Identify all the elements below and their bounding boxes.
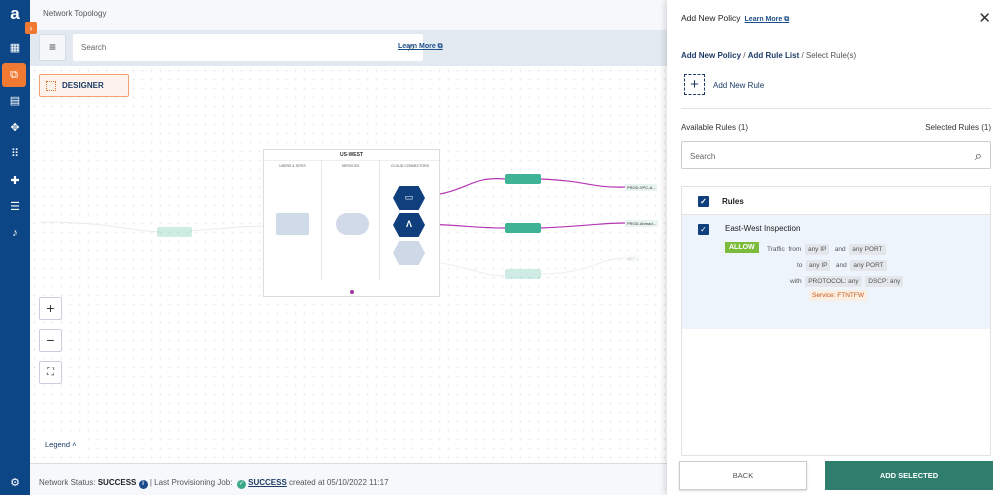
zoom-out-button[interactable]: − bbox=[39, 329, 62, 352]
add-dot[interactable] bbox=[350, 290, 354, 294]
bell-icon[interactable]: ♪ bbox=[5, 223, 25, 243]
site-node[interactable] bbox=[276, 213, 309, 235]
service-tag: Service: FTNTFW bbox=[809, 290, 867, 301]
page-header: Network Topology bbox=[30, 0, 667, 30]
link bbox=[539, 178, 626, 188]
rule-name: East-West Inspection bbox=[725, 224, 801, 233]
vpc-label[interactable]: NET... bbox=[625, 255, 640, 262]
protocol-tag: PROTOCOL: any bbox=[805, 276, 862, 287]
vpc-label[interactable]: PROD-VPC-A... bbox=[625, 184, 658, 191]
status-bar: Network Status: SUCCESS i | Last Provisi… bbox=[30, 463, 667, 495]
region-us-west[interactable]: US-WEST USERS & SITES SERVICES CLOUD CON… bbox=[263, 149, 440, 297]
rule-row[interactable]: ✓ East-West Inspection ALLOW Traffic fro… bbox=[682, 215, 990, 329]
cloud-connector-node[interactable]: ▭ bbox=[393, 186, 425, 210]
success-check-icon: ✓ bbox=[236, 480, 246, 489]
filter-button[interactable]: ≡ bbox=[39, 34, 66, 61]
breadcrumb: Add New Policy / Add Rule List / Select … bbox=[681, 51, 857, 60]
divider bbox=[681, 108, 991, 109]
document-icon[interactable]: ▤ bbox=[5, 91, 25, 111]
rules-header: ✓ Rules bbox=[682, 187, 990, 215]
selected-rules-count: Selected Rules (1) bbox=[925, 123, 991, 132]
plus-icon: + bbox=[690, 76, 699, 93]
faded-link bbox=[539, 257, 626, 275]
breadcrumb-current: Select Rule(s) bbox=[805, 51, 857, 60]
network-status: SUCCESS bbox=[97, 478, 137, 487]
expand-sidebar-button[interactable]: › bbox=[25, 22, 37, 34]
zoom-in-button[interactable]: + bbox=[39, 297, 62, 320]
to-port-tag: any PORT bbox=[850, 260, 887, 271]
gateway-node[interactable] bbox=[157, 227, 192, 237]
cloud-connector-node[interactable] bbox=[393, 241, 425, 265]
network-icon[interactable]: ✥ bbox=[5, 118, 25, 138]
rules-list: ✓ Rules ✓ East-West Inspection ALLOW Traf… bbox=[681, 186, 991, 456]
page-title: Network Topology bbox=[43, 9, 107, 18]
panel-learn-more-link[interactable]: Learn More ⧉ bbox=[745, 16, 790, 23]
logo-icon: a bbox=[10, 4, 20, 23]
rule-checkbox[interactable]: ✓ bbox=[698, 224, 709, 235]
rules-search-input[interactable]: Search ⌕ bbox=[681, 141, 991, 169]
gateway-node[interactable] bbox=[505, 223, 541, 233]
add-rule-label[interactable]: Add New Rule bbox=[713, 81, 764, 90]
select-all-checkbox[interactable]: ✓ bbox=[698, 196, 709, 207]
gateway-node[interactable] bbox=[505, 174, 541, 184]
topology-canvas[interactable]: DESIGNER US-WEST USERS & SITES SERVICES … bbox=[30, 66, 667, 463]
action-badge: ALLOW bbox=[725, 242, 759, 253]
sidebar: a ▦ ⧉ ▤ ✥ ⠿ ✚ ☰ ♪ ⚙ bbox=[0, 0, 30, 495]
dscp-tag: DSCP: any bbox=[865, 276, 904, 287]
puzzle-icon[interactable]: ✚ bbox=[5, 171, 25, 191]
link bbox=[539, 222, 626, 229]
last-job-link[interactable]: SUCCESS bbox=[248, 478, 287, 487]
service-node[interactable] bbox=[336, 213, 369, 235]
search-input[interactable]: Search ⌕ bbox=[73, 34, 423, 61]
search-icon[interactable]: ⌕ bbox=[975, 148, 982, 164]
from-port-tag: any PORT bbox=[849, 244, 886, 255]
from-ip-tag: any IP bbox=[804, 244, 830, 255]
chevron-up-icon: ˄ bbox=[72, 440, 77, 449]
filter-icon: ≡ bbox=[48, 40, 56, 54]
breadcrumb-add-rule-list[interactable]: Add Rule List bbox=[748, 51, 800, 60]
topology-icon[interactable]: ⧉ bbox=[2, 63, 26, 87]
toolbar: ≡ Search ⌕ Learn More ⧉ bbox=[30, 30, 667, 66]
add-policy-panel: Add New Policy Learn More ⧉ ✕ Add New Pol… bbox=[667, 0, 999, 495]
vpc-label[interactable]: PROD-Ahmad... bbox=[625, 220, 658, 227]
add-selected-button[interactable]: ADD SELECTED bbox=[825, 461, 993, 490]
gateway-node[interactable] bbox=[505, 269, 541, 279]
search-placeholder: Search bbox=[81, 43, 107, 52]
dashboard-icon[interactable]: ▦ bbox=[5, 38, 25, 58]
info-icon[interactable]: i bbox=[138, 480, 148, 489]
to-ip-tag: any IP bbox=[806, 260, 831, 271]
available-rules-count: Available Rules (1) bbox=[681, 123, 748, 132]
cloud-connector-node[interactable]: Λ bbox=[393, 213, 425, 237]
add-rule-button[interactable]: + bbox=[684, 74, 705, 95]
fit-view-button[interactable]: ⛶ bbox=[39, 361, 62, 384]
close-icon[interactable]: ✕ bbox=[978, 9, 991, 27]
faded-link bbox=[39, 221, 161, 233]
job-timestamp: created at 05/10/2022 11:17 bbox=[289, 478, 389, 487]
sliders-icon[interactable]: ☰ bbox=[5, 197, 25, 217]
breadcrumb-add-policy[interactable]: Add New Policy bbox=[681, 51, 741, 60]
gear-icon[interactable]: ⚙ bbox=[5, 473, 25, 493]
legend-toggle[interactable]: Legend ˄ bbox=[39, 436, 83, 453]
apps-icon[interactable]: ⠿ bbox=[5, 144, 25, 164]
learn-more-link[interactable]: Learn More ⧉ bbox=[398, 43, 443, 51]
back-button[interactable]: BACK bbox=[679, 461, 807, 490]
panel-title: Add New Policy Learn More ⧉ bbox=[681, 13, 790, 23]
